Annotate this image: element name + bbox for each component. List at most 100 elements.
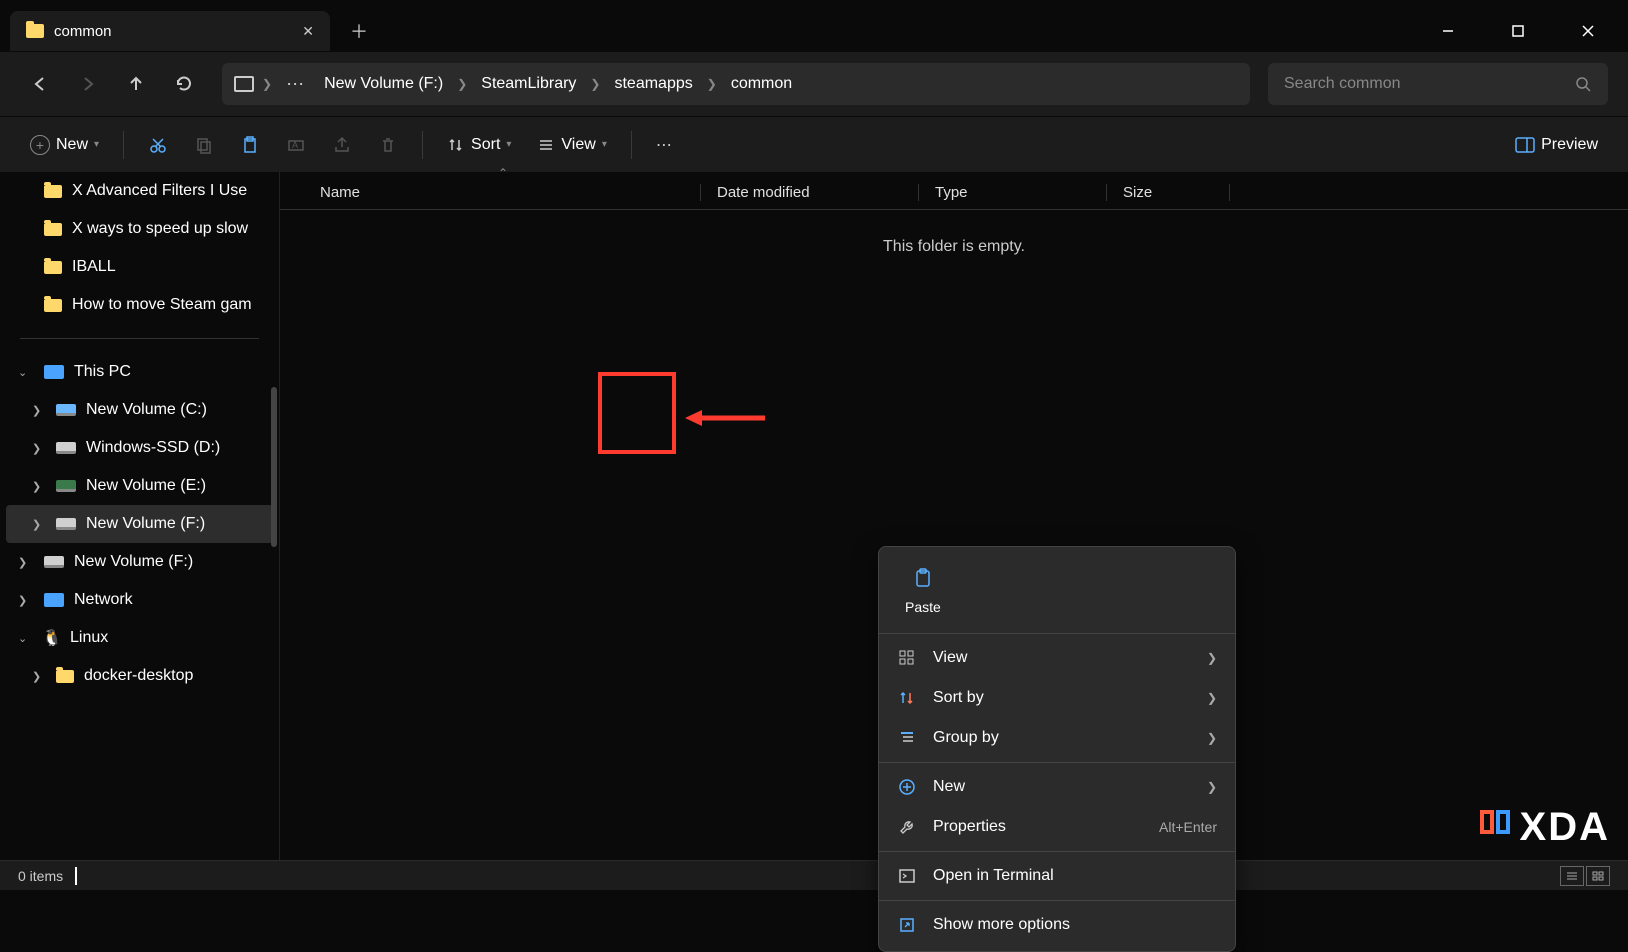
content-area[interactable]: ⌃ Name Date modified Type Size This fold… [280, 172, 1628, 860]
crumb-volume[interactable]: New Volume (F:) [318, 71, 449, 97]
cursor-indicator [75, 867, 77, 885]
drive-icon [56, 480, 76, 492]
details-view-button[interactable] [1560, 866, 1584, 886]
sidebar-linux[interactable]: ⌄🐧Linux [0, 619, 279, 657]
sidebar-quick-1[interactable]: X ways to speed up slow [0, 210, 279, 248]
col-date[interactable]: Date modified [700, 184, 918, 201]
drive-icon [44, 556, 64, 568]
new-button[interactable]: + New ▾ [20, 126, 109, 164]
pc-icon [234, 76, 254, 92]
sort-icon [897, 688, 917, 708]
preview-icon [1515, 137, 1535, 153]
ctx-properties[interactable]: PropertiesAlt+Enter [879, 807, 1235, 847]
sidebar-drive-f[interactable]: ❯New Volume (F:) [6, 505, 273, 543]
chevron-down-icon[interactable]: ⌄ [18, 632, 27, 645]
ctx-paste[interactable]: Paste [895, 561, 951, 621]
plus-icon [897, 777, 917, 797]
maximize-button[interactable] [1498, 16, 1538, 46]
col-name[interactable]: Name [280, 184, 700, 201]
back-button[interactable] [20, 64, 60, 104]
sort-indicator-icon: ⌃ [498, 166, 508, 180]
ctx-open-terminal[interactable]: Open in Terminal [879, 856, 1235, 896]
separator [422, 131, 423, 159]
sidebar-drive-f-extra[interactable]: ❯New Volume (F:) [0, 543, 279, 581]
search-box[interactable]: Search common [1268, 63, 1608, 105]
copy-button [184, 126, 224, 164]
trash-icon [378, 135, 398, 155]
ctx-sort-by[interactable]: Sort by❯ [879, 678, 1235, 718]
up-button[interactable] [116, 64, 156, 104]
ctx-show-more[interactable]: Show more options [879, 905, 1235, 945]
terminal-icon [897, 866, 917, 886]
cut-icon [148, 135, 168, 155]
crumb-common[interactable]: common [725, 71, 798, 97]
view-icon [897, 648, 917, 668]
chevron-right-icon[interactable]: ❯ [32, 442, 41, 455]
folder-icon [44, 223, 62, 236]
tab-common[interactable]: common ✕ [10, 11, 330, 51]
chevron-right-icon[interactable]: ❯ [32, 480, 41, 493]
chevron-right-icon[interactable]: ❯ [32, 404, 41, 417]
chevron-right-icon[interactable]: ❯ [18, 556, 27, 569]
chevron-right-icon[interactable]: ❯ [32, 670, 41, 683]
col-type[interactable]: Type [918, 184, 1106, 201]
chevron-right-icon: ❯ [707, 77, 717, 91]
separator [879, 900, 1235, 901]
col-size[interactable]: Size [1106, 184, 1230, 201]
sidebar-docker[interactable]: ❯docker-desktop [0, 657, 279, 695]
search-placeholder: Search common [1284, 75, 1574, 93]
crumb-steamapps[interactable]: steamapps [608, 71, 698, 97]
status-bar: 0 items [0, 860, 1628, 890]
sidebar-quick-2[interactable]: IBALL [0, 248, 279, 286]
ctx-new[interactable]: New❯ [879, 767, 1235, 807]
expand-icon [897, 915, 917, 935]
rename-icon: A [286, 135, 306, 155]
sidebar-network[interactable]: ❯Network [0, 581, 279, 619]
folder-icon [44, 261, 62, 274]
chevron-down-icon[interactable]: ⌄ [18, 366, 27, 379]
chevron-right-icon: ❯ [590, 77, 600, 91]
paste-button[interactable] [230, 126, 270, 164]
crumb-steamlibrary[interactable]: SteamLibrary [475, 71, 582, 97]
close-tab-icon[interactable]: ✕ [302, 23, 314, 40]
search-icon [1574, 75, 1592, 93]
separator [879, 762, 1235, 763]
separator [20, 338, 259, 339]
navbar: ❯ ⋯ New Volume (F:) ❯ SteamLibrary ❯ ste… [0, 52, 1628, 116]
ctx-group-by[interactable]: Group by❯ [879, 718, 1235, 758]
paste-icon [912, 567, 934, 595]
sidebar-quick-0[interactable]: X Advanced Filters I Use [0, 172, 279, 210]
new-tab-button[interactable]: ＋ [350, 18, 368, 44]
group-icon [897, 728, 917, 748]
tab-label: common [54, 23, 292, 40]
scrollbar-thumb[interactable] [271, 387, 277, 547]
folder-icon [26, 24, 44, 38]
address-bar[interactable]: ❯ ⋯ New Volume (F:) ❯ SteamLibrary ❯ ste… [222, 63, 1250, 105]
more-button[interactable]: ⋯ [646, 126, 682, 164]
chevron-right-icon: ❯ [457, 77, 467, 91]
share-button [322, 126, 362, 164]
close-button[interactable] [1568, 16, 1608, 46]
sidebar-drive-e[interactable]: ❯New Volume (E:) [0, 467, 279, 505]
breadcrumb-overflow[interactable]: ⋯ [280, 74, 310, 95]
rename-button: A [276, 126, 316, 164]
refresh-button[interactable] [164, 64, 204, 104]
sort-button[interactable]: Sort ▾ [437, 126, 521, 164]
item-count: 0 items [18, 868, 63, 884]
ctx-view[interactable]: View❯ [879, 638, 1235, 678]
chevron-right-icon[interactable]: ❯ [18, 594, 27, 607]
drive-icon [56, 404, 76, 416]
sidebar-drive-d[interactable]: ❯Windows-SSD (D:) [0, 429, 279, 467]
thumbnails-view-button[interactable] [1586, 866, 1610, 886]
sidebar-quick-3[interactable]: How to move Steam gam [0, 286, 279, 324]
cut-button[interactable] [138, 126, 178, 164]
preview-toggle[interactable]: Preview [1505, 126, 1608, 164]
sidebar-this-pc[interactable]: ⌄This PC [0, 353, 279, 391]
chevron-right-icon[interactable]: ❯ [262, 77, 272, 91]
minimize-button[interactable] [1428, 16, 1468, 46]
view-button[interactable]: View ▾ [527, 126, 616, 164]
separator [879, 633, 1235, 634]
chevron-right-icon[interactable]: ❯ [32, 518, 41, 531]
sidebar-drive-c[interactable]: ❯New Volume (C:) [0, 391, 279, 429]
paste-icon [240, 135, 260, 155]
